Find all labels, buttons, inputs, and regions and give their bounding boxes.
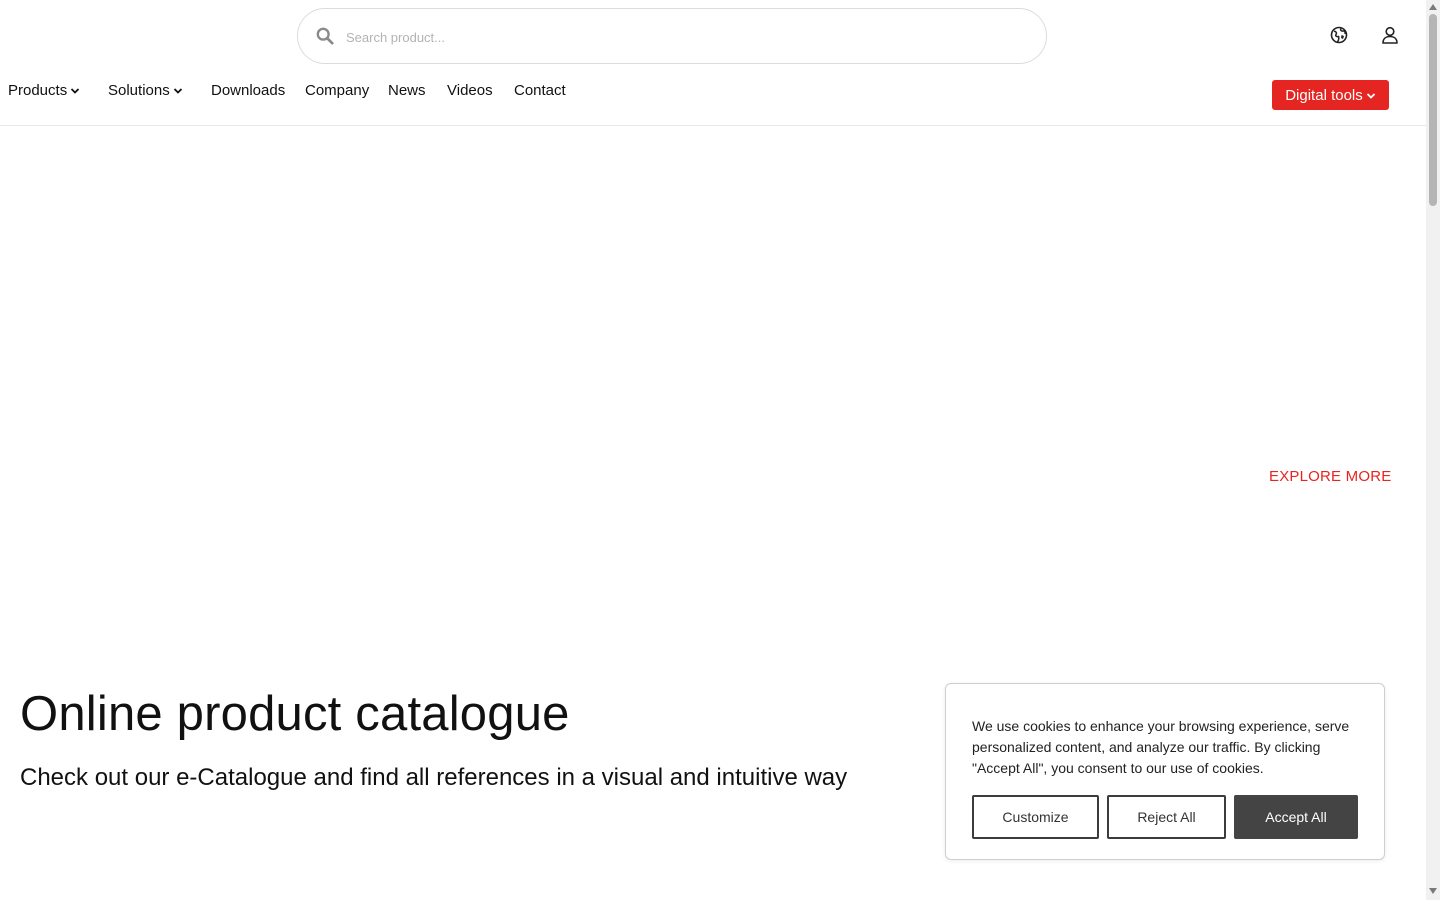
chevron-down-icon	[1366, 93, 1375, 99]
scroll-up-arrow-icon[interactable]	[1429, 4, 1437, 10]
search-bar[interactable]	[297, 8, 1047, 64]
digital-tools-button[interactable]: Digital tools	[1272, 80, 1389, 110]
nav-item-products[interactable]: Products	[8, 78, 80, 102]
globe-icon[interactable]	[1329, 25, 1349, 45]
search-input[interactable]	[346, 23, 1026, 51]
reject-all-button[interactable]: Reject All	[1107, 795, 1226, 839]
nav-item-label: Contact	[514, 81, 566, 99]
nav-item-label: Company	[305, 81, 370, 99]
catalogue-subtitle: Check out our e-Catalogue and find all r…	[20, 764, 848, 791]
nav-item-news[interactable]: News	[388, 78, 426, 102]
nav-item-label: Products	[8, 81, 68, 99]
page-scrollbar[interactable]	[1426, 0, 1440, 900]
explore-more-link[interactable]: EXPLORE MORE	[1269, 468, 1391, 485]
catalogue-title: Online product catalogue	[20, 687, 570, 741]
cookie-banner: We use cookies to enhance your browsing …	[945, 683, 1385, 860]
customize-button[interactable]: Customize	[972, 795, 1099, 839]
accept-all-button[interactable]: Accept All	[1234, 795, 1358, 839]
nav-item-contact[interactable]: Contact	[514, 78, 566, 102]
cookie-text: We use cookies to enhance your browsing …	[972, 718, 1350, 776]
nav-item-downloads[interactable]: Downloads	[211, 78, 285, 102]
nav-item-solutions[interactable]: Solutions	[108, 78, 183, 102]
chevron-down-icon	[71, 88, 80, 94]
nav-item-company[interactable]: Company	[305, 78, 369, 102]
digital-tools-label: Digital tools	[1285, 86, 1363, 104]
scroll-down-arrow-icon[interactable]	[1429, 888, 1437, 894]
page: Products Solutions Downloads Company New…	[0, 0, 1426, 900]
nav-item-label: Solutions	[108, 81, 170, 99]
chevron-down-icon	[173, 88, 182, 94]
nav-item-label: News	[388, 81, 426, 99]
nav-item-label: Videos	[447, 81, 493, 99]
scrollbar-thumb[interactable]	[1429, 14, 1437, 206]
user-icon[interactable]	[1380, 25, 1400, 45]
nav-item-label: Downloads	[211, 81, 286, 99]
nav-item-videos[interactable]: Videos	[447, 78, 493, 102]
header-divider	[0, 125, 1426, 126]
search-icon	[316, 27, 334, 45]
